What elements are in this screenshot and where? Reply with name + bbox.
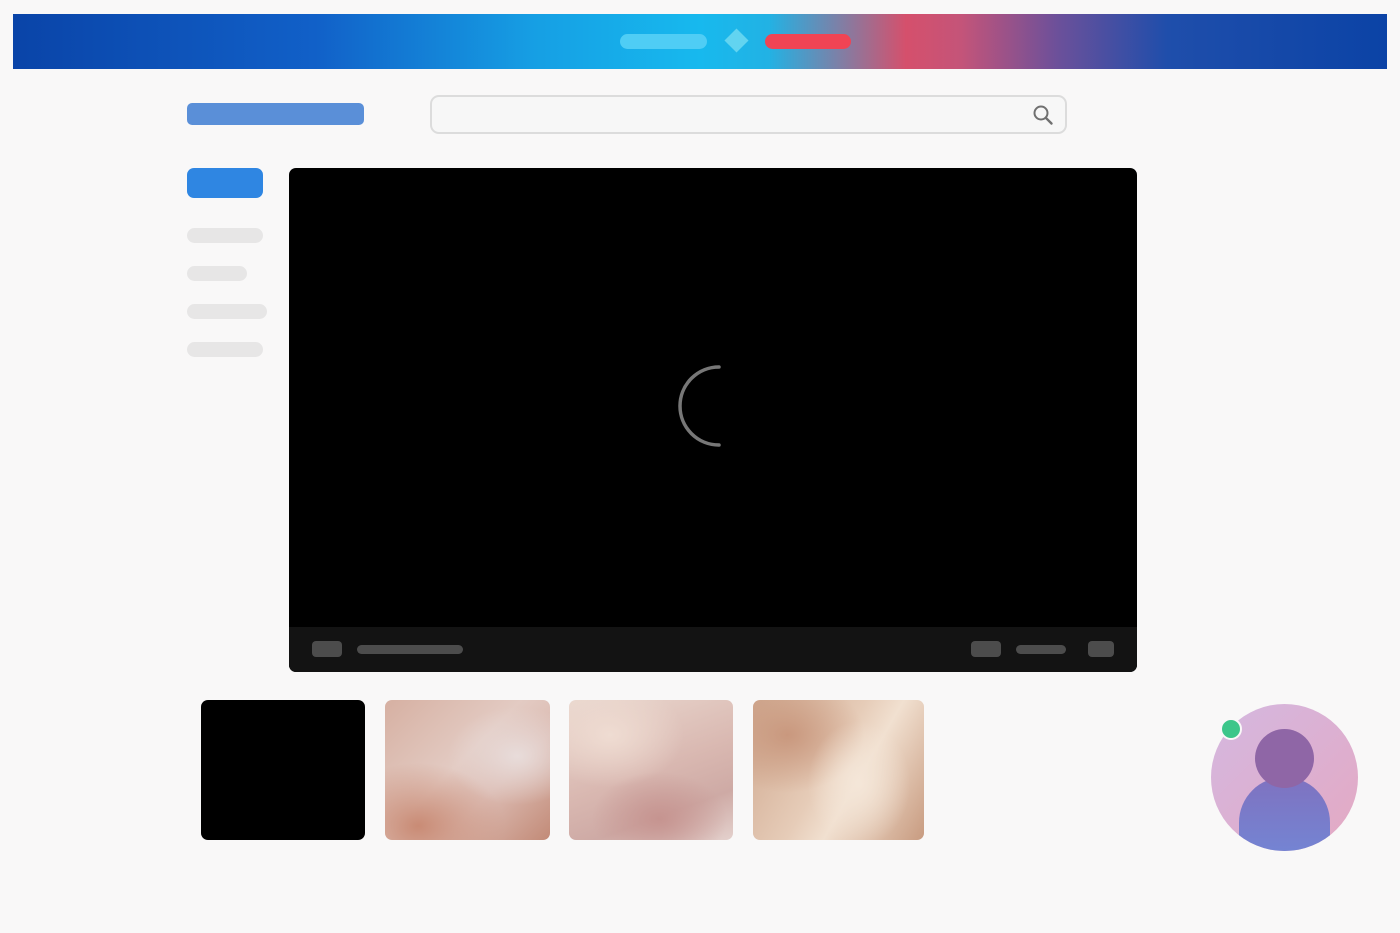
progress-bar[interactable]	[357, 645, 463, 654]
top-banner	[13, 14, 1387, 69]
sidebar-item[interactable]	[187, 304, 267, 319]
online-status-indicator	[1220, 718, 1242, 740]
sidebar-item[interactable]	[187, 228, 263, 243]
avatar-head	[1255, 729, 1314, 788]
player-control-bar	[289, 627, 1137, 672]
thumbnail-3[interactable]	[569, 700, 733, 840]
sidebar-item[interactable]	[187, 266, 247, 281]
sidebar-item-active[interactable]	[187, 168, 263, 198]
video-player[interactable]	[289, 168, 1137, 672]
thumbnail-1[interactable]	[201, 700, 365, 840]
avatar-body	[1239, 777, 1330, 851]
volume-slider[interactable]	[1016, 645, 1066, 654]
loading-spinner-icon	[678, 365, 721, 447]
play-button[interactable]	[312, 641, 342, 657]
sidebar-item[interactable]	[187, 342, 263, 357]
fullscreen-button[interactable]	[1088, 641, 1114, 657]
diamond-icon	[724, 28, 749, 53]
search-bar[interactable]	[430, 95, 1067, 134]
site-logo[interactable]	[187, 103, 364, 125]
banner-pill-right	[765, 34, 851, 49]
banner-pill-left	[620, 34, 707, 49]
search-icon[interactable]	[1031, 103, 1055, 127]
thumbnail-2[interactable]	[385, 700, 550, 840]
volume-button[interactable]	[971, 641, 1001, 657]
thumbnail-4[interactable]	[753, 700, 924, 840]
